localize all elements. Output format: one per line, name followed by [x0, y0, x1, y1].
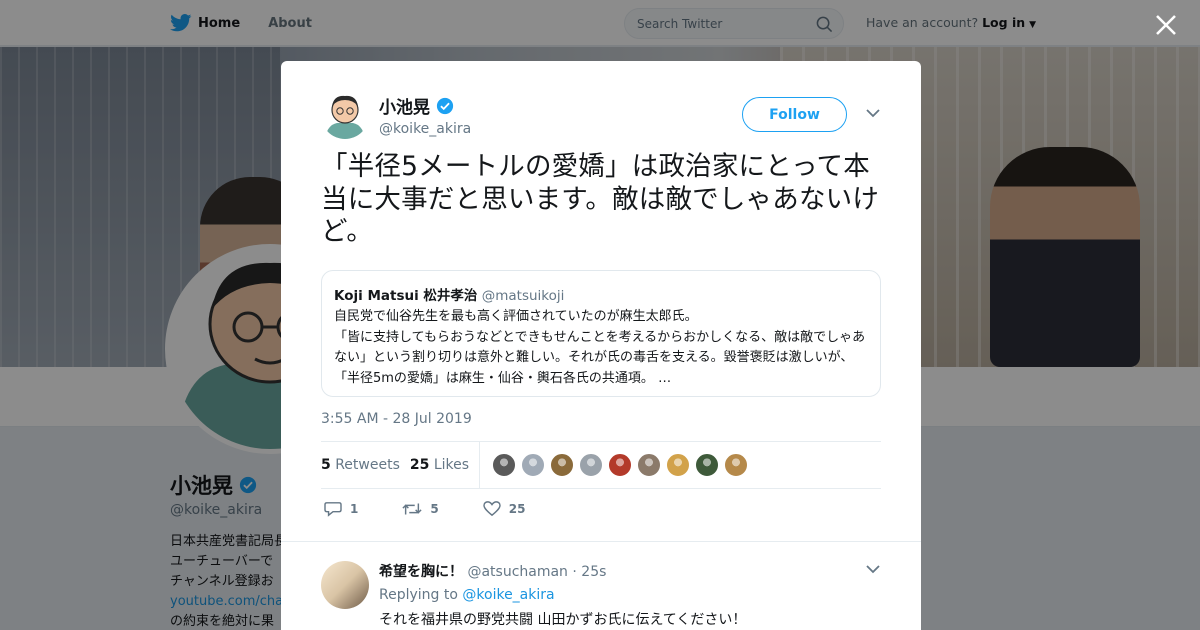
- close-icon: [1156, 15, 1176, 35]
- likes-label: Likes: [433, 457, 470, 473]
- like-count: 25: [508, 502, 526, 516]
- reply-count: 1: [350, 502, 359, 516]
- author-name[interactable]: 小池晃: [379, 93, 430, 118]
- likers-list: [492, 453, 749, 477]
- reply-avatar[interactable]: [321, 561, 369, 609]
- cartoon-avatar-icon: [321, 91, 369, 139]
- reply-text: それを福井県の野党共闘 山田かずお氏に伝えてください！: [379, 612, 747, 628]
- retweet-icon: [402, 503, 422, 515]
- verified-badge-icon: [436, 97, 454, 114]
- quote-text: 自民党で仙谷先生を最も高く評価されていたのが麻生太郎氏。 「皆に支持してもらおう…: [334, 309, 866, 386]
- tweet-timestamp[interactable]: 3:55 AM - 28 Jul 2019: [321, 411, 472, 427]
- like-action[interactable]: 25: [483, 501, 526, 517]
- tweet-text: 「半径5メートルの愛嬌」は政治家にとって本当に大事だと思います。敵は敵でしゃあな…: [321, 151, 880, 247]
- author-names: 小池晃 @koike_akira: [379, 93, 471, 137]
- follow-button[interactable]: Follow: [742, 97, 847, 132]
- quoted-tweet[interactable]: Koji Matsui 松井孝治 @matsuikoji 自民党で仙谷先生を最も…: [321, 270, 881, 397]
- reply-author-name[interactable]: 希望を胸に！: [379, 564, 463, 580]
- retweet-count: 5: [430, 502, 439, 516]
- replying-to: Replying to @koike_akira: [379, 587, 879, 603]
- author-handle[interactable]: @koike_akira: [379, 121, 471, 137]
- heart-icon: [483, 501, 501, 517]
- liker-avatar[interactable]: [666, 453, 691, 477]
- author-avatar[interactable]: [321, 91, 369, 139]
- retweets-label: Retweets: [335, 457, 400, 473]
- retweets-stat[interactable]: 5 Retweets: [321, 457, 400, 473]
- likes-stat[interactable]: 25 Likes: [410, 457, 469, 473]
- tweet-author: 小池晃 @koike_akira: [321, 91, 471, 139]
- quote-header: Koji Matsui 松井孝治 @matsuikoji: [334, 284, 868, 304]
- replying-to-link[interactable]: @koike_akira: [462, 587, 554, 603]
- stats-divider: [479, 442, 481, 488]
- likes-count: 25: [409, 457, 430, 473]
- tweet-stats: 5 Retweets 25 Likes: [321, 441, 881, 489]
- chevron-down-icon[interactable]: [866, 564, 880, 574]
- reply-icon: [324, 502, 342, 517]
- replies-separator: [281, 541, 921, 542]
- reply-header: 希望を胸に！ @atsuchaman · 25s: [379, 561, 879, 581]
- liker-avatar[interactable]: [637, 453, 662, 477]
- tweet-actions: 1 5 25: [324, 501, 569, 517]
- reply-content: 希望を胸に！ @atsuchaman · 25s Replying to @ko…: [379, 561, 879, 629]
- liker-avatar[interactable]: [521, 453, 546, 477]
- reply-action[interactable]: 1: [324, 501, 358, 517]
- liker-avatar[interactable]: [608, 453, 633, 477]
- liker-avatar[interactable]: [579, 453, 604, 477]
- liker-avatar[interactable]: [724, 453, 749, 477]
- liker-avatar[interactable]: [695, 453, 720, 477]
- retweets-count: 5: [321, 457, 331, 473]
- author-name-row: 小池晃: [379, 93, 471, 118]
- replying-to-prefix: Replying to: [379, 587, 458, 603]
- reply-author-handle[interactable]: @atsuchaman: [467, 564, 567, 580]
- close-button[interactable]: [1153, 12, 1179, 38]
- liker-avatar[interactable]: [550, 453, 575, 477]
- chevron-down-icon[interactable]: [866, 108, 880, 118]
- quote-author-handle: @matsuikoji: [481, 288, 565, 304]
- retweet-action[interactable]: 5: [402, 501, 439, 517]
- tweet-modal: 小池晃 @koike_akira Follow 「半径5メートルの愛嬌」は政治家…: [281, 61, 921, 630]
- reply-time[interactable]: · 25s: [572, 564, 606, 580]
- liker-avatar[interactable]: [492, 453, 517, 477]
- quote-author-name: Koji Matsui 松井孝治: [334, 288, 478, 304]
